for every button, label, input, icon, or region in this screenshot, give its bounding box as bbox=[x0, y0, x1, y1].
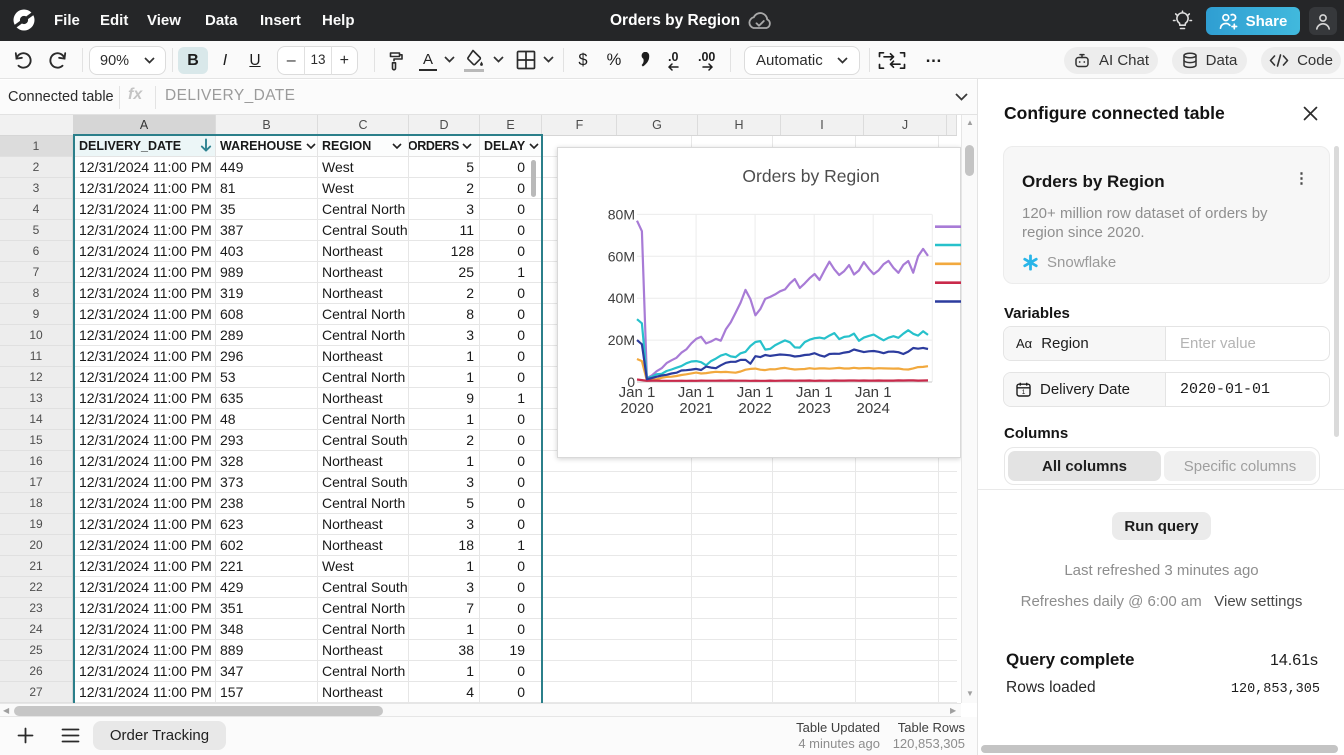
svg-text:80M: 80M bbox=[608, 206, 635, 222]
svg-text:60M: 60M bbox=[608, 248, 635, 264]
svg-text:Orders by Region: Orders by Region bbox=[742, 166, 879, 186]
svg-text:2022: 2022 bbox=[738, 400, 771, 417]
svg-text:Jan 1: Jan 1 bbox=[796, 384, 833, 401]
svg-text:2020: 2020 bbox=[620, 400, 653, 417]
svg-text:2023: 2023 bbox=[798, 400, 831, 417]
svg-text:Jan 1: Jan 1 bbox=[678, 384, 715, 401]
svg-text:Jan 1: Jan 1 bbox=[855, 384, 892, 401]
svg-text:1: 1 bbox=[1022, 389, 1026, 396]
svg-text:2021: 2021 bbox=[679, 400, 712, 417]
svg-text:20M: 20M bbox=[608, 332, 635, 348]
svg-text:Jan 1: Jan 1 bbox=[737, 384, 774, 401]
svg-text:40M: 40M bbox=[608, 290, 635, 306]
svg-text:2024: 2024 bbox=[857, 400, 890, 417]
svg-text:Jan 1: Jan 1 bbox=[619, 384, 656, 401]
